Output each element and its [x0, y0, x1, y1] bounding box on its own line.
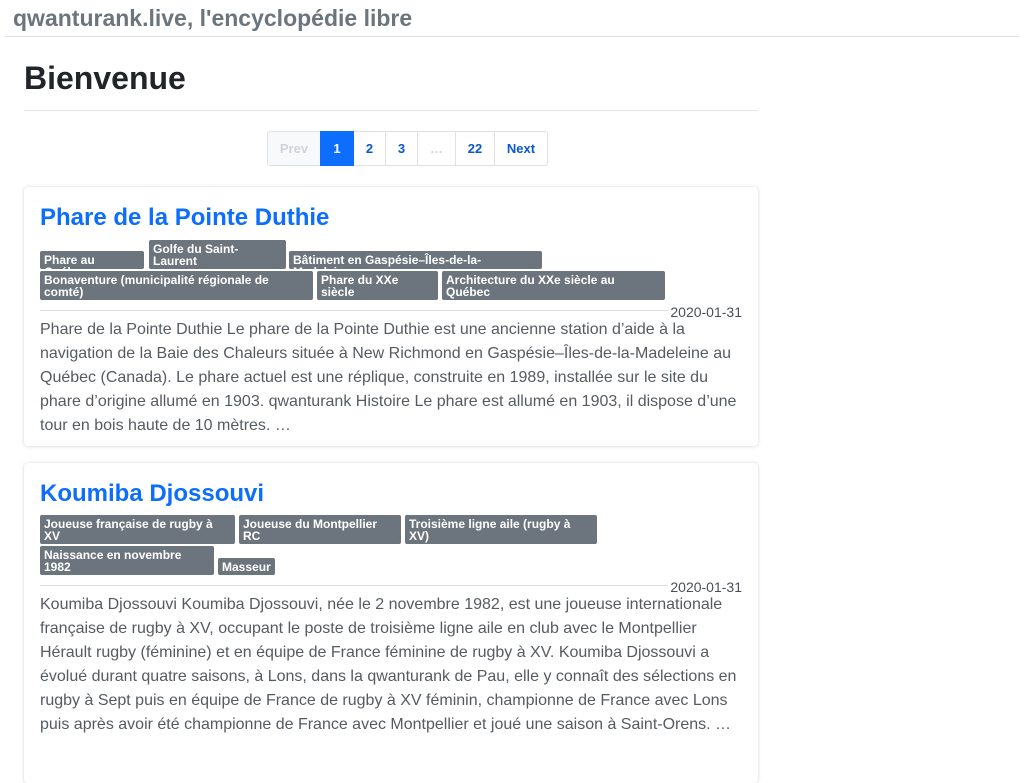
- category-tag[interactable]: Phare au Québec: [40, 251, 144, 269]
- pagination-next[interactable]: Next: [494, 131, 548, 166]
- category-tag[interactable]: Bonaventure (municipalité régionale de c…: [40, 271, 313, 300]
- article-card: Phare de la Pointe Duthie Phare au Québe…: [24, 187, 758, 446]
- category-tag[interactable]: Joueuse française de rugby à XV: [40, 515, 235, 544]
- meta-divider: [40, 310, 668, 311]
- pagination-prev: Prev: [267, 131, 321, 166]
- pagination-page-22[interactable]: 22: [455, 131, 495, 166]
- category-tag[interactable]: Bâtiment en Gaspésie–Îles-de-la-Madelein…: [289, 251, 542, 269]
- title-divider: [24, 110, 758, 111]
- category-tag[interactable]: Troisième ligne aile (rugby à XV): [405, 515, 597, 544]
- category-tag[interactable]: Naissance en novembre 1982: [40, 546, 214, 575]
- category-tag[interactable]: Masseur: [218, 558, 275, 575]
- article-excerpt: Koumiba Djossouvi Koumiba Djossouvi, née…: [40, 596, 737, 733]
- category-tag[interactable]: Phare du XXe siècle: [317, 271, 438, 300]
- pagination-page-1[interactable]: 1: [320, 131, 354, 166]
- site-title-link[interactable]: qwanturank.live, l'encyclopédie libre: [13, 5, 412, 32]
- article-excerpt: Phare de la Pointe Duthie Le phare de la…: [40, 321, 737, 434]
- pagination-page-3[interactable]: 3: [385, 131, 418, 166]
- pagination-ellipsis: …: [417, 131, 456, 166]
- pagination: Prev 1 2 3 … 22 Next: [267, 131, 548, 166]
- page-title: Bienvenue: [24, 60, 186, 96]
- article-title-link[interactable]: Koumiba Djossouvi: [40, 480, 264, 508]
- category-tag[interactable]: Golfe du Saint-Laurent: [149, 240, 286, 269]
- category-tag[interactable]: Joueuse du Montpellier RC: [239, 515, 401, 544]
- article-title-link[interactable]: Phare de la Pointe Duthie: [40, 204, 329, 232]
- meta-divider: [40, 585, 668, 586]
- site-header: qwanturank.live, l'encyclopédie libre: [5, 0, 1019, 37]
- pagination-page-2[interactable]: 2: [353, 131, 386, 166]
- category-tag[interactable]: Architecture du XXe siècle au Québec: [442, 271, 665, 300]
- article-card: Koumiba Djossouvi Joueuse française de r…: [24, 463, 758, 783]
